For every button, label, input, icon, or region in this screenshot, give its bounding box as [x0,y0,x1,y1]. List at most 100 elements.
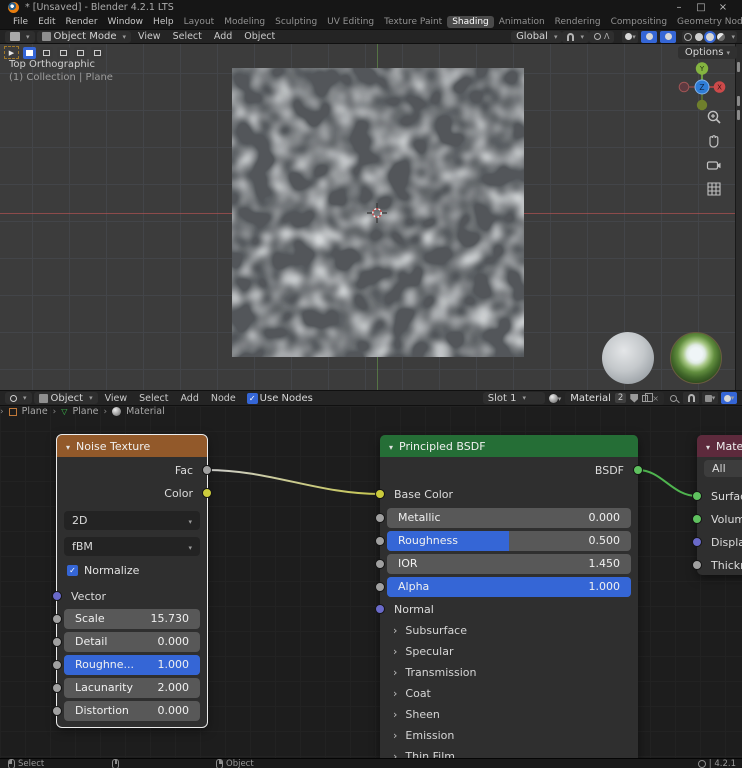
panel-thin-film[interactable]: Thin Film [393,750,455,758]
expand-arrow-icon[interactable]: › [0,407,4,417]
workspace-tab-rendering[interactable]: Rendering [550,16,606,28]
material-browse-icon[interactable] [548,393,558,403]
pin-material-icon[interactable] [670,394,677,402]
unlink-material-icon[interactable]: × [652,394,659,403]
socket-in-lacunarity[interactable] [52,683,62,693]
workspace-tab-layout[interactable]: Layout [179,16,220,28]
noise-node-header[interactable]: Noise Texture [57,435,207,457]
use-nodes-checkbox[interactable] [246,392,258,404]
hdri-preview-sphere[interactable] [670,332,722,384]
socket-in-vector[interactable] [52,591,62,601]
socket-in-scale[interactable] [52,614,62,624]
show-gizmo-toggle[interactable] [622,30,639,43]
workspace-tab-modeling[interactable]: Modeling [219,16,270,28]
close-icon[interactable]: × [712,2,734,13]
shading-preview-toggle[interactable] [721,392,737,404]
lacunarity-slider[interactable]: Lacunarity 2.000 [64,678,200,698]
users-count-badge[interactable]: 2 [614,393,627,403]
link-fac-basecolor[interactable] [206,469,381,495]
show-overlays-toggle[interactable] [641,30,658,43]
minimize-icon[interactable]: – [668,2,690,13]
alpha-slider[interactable]: Alpha 1.000 [387,577,631,597]
fake-user-shield-icon[interactable] [630,393,639,403]
shader-editor-type-button[interactable] [5,392,32,404]
panel-coat[interactable]: Coat [393,687,430,700]
material-browse-chevron[interactable] [558,393,562,404]
ior-slider[interactable]: IOR 1.450 [387,554,631,574]
select-mode-set[interactable] [23,46,36,59]
node-overlay-toggle[interactable] [702,392,718,404]
snap-toggle[interactable] [562,30,589,43]
options-button[interactable]: Options [677,46,737,59]
socket-in-roughness[interactable] [375,536,385,546]
collapse-node-icon[interactable] [66,440,70,453]
roughness-slider[interactable]: Roughness 0.500 [387,531,631,551]
scale-slider[interactable]: Scale 15.730 [64,609,200,629]
socket-in-ior[interactable] [375,559,385,569]
workspace-tab-animation[interactable]: Animation [494,16,550,28]
node-material-output[interactable]: Material Output All Surface Volume Displ… [692,435,742,575]
menu-edit[interactable]: Edit [33,17,60,27]
workspace-tab-shading[interactable]: Shading [447,16,494,28]
link-bsdf-surface[interactable] [637,469,698,497]
target-dropdown[interactable]: All [704,460,742,477]
select-mode-subtract[interactable] [57,46,70,59]
select-mode-invert[interactable] [74,46,87,59]
maximize-icon[interactable]: □ [690,2,712,13]
menu-file[interactable]: File [8,17,33,27]
rendered-shading-icon[interactable] [717,32,726,41]
vp-menu-select[interactable]: Select [168,31,207,42]
shader-type-dropdown[interactable]: Object [33,392,98,404]
zoom-icon[interactable] [706,109,722,125]
roughness-slider[interactable]: Roughne... 1.000 [64,655,200,675]
principled-node-header[interactable]: Principled BSDF [380,435,638,457]
workspace-tab-compositing[interactable]: Compositing [606,16,672,28]
panel-emission[interactable]: Emission [393,729,454,742]
workspace-tab-texture-paint[interactable]: Texture Paint [379,16,447,28]
sh-menu-node[interactable]: Node [206,393,241,404]
wireframe-shading-icon[interactable] [684,32,693,41]
noise-type-dropdown[interactable]: fBM [64,537,200,556]
detail-slider[interactable]: Detail 0.000 [64,632,200,652]
slot-dropdown[interactable]: Slot 1 [482,392,545,404]
node-principled-bsdf[interactable]: Principled BSDF BSDF Base Color Metallic… [375,435,643,758]
active-tool-select-box[interactable]: ▶ [4,46,19,59]
panel-specular[interactable]: Specular [393,645,453,658]
collapse-node-icon[interactable] [389,440,393,453]
navigation-gizmo[interactable]: Y X Z [674,59,730,115]
socket-in-normal[interactable] [375,604,385,614]
vp-menu-view[interactable]: View [133,31,166,42]
socket-in-alpha[interactable] [375,582,385,592]
socket-in-surface[interactable] [692,491,702,501]
menu-render[interactable]: Render [61,17,103,27]
gizmo-minus-x[interactable] [678,81,690,93]
workspace-tab-sculpting[interactable]: Sculpting [270,16,322,28]
node-editor-canvas[interactable]: › Plane › ▽ Plane › Material Noise Te [0,406,742,758]
panel-sheen[interactable]: Sheen [393,708,439,721]
menu-help[interactable]: Help [148,17,179,27]
material-name-field[interactable]: Material 2 × [565,391,664,405]
select-mode-extend[interactable] [40,46,53,59]
solid-shading-icon[interactable] [695,32,704,41]
new-material-icon[interactable] [642,392,654,402]
socket-in-distortion[interactable] [52,706,62,716]
metallic-slider[interactable]: Metallic 0.000 [387,508,631,528]
transform-orientation-dropdown[interactable]: Global [511,30,563,43]
output-node-header[interactable]: Material Output [697,435,742,457]
select-mode-intersect[interactable] [91,46,104,59]
sh-menu-view[interactable]: View [100,393,133,404]
mode-dropdown[interactable]: Object Mode [36,30,132,43]
toggle-grid-icon[interactable] [706,181,722,197]
sidebar-tab-mark[interactable] [737,96,740,106]
socket-out-fac[interactable] [202,465,212,475]
workspace-tab-geometry-nodes[interactable]: Geometry Nodes [672,16,742,28]
socket-in-metallic[interactable] [375,513,385,523]
xray-toggle[interactable] [660,30,677,43]
vp-menu-object[interactable]: Object [239,31,280,42]
panel-subsurface[interactable]: Subsurface [393,624,467,637]
socket-in-volume[interactable] [692,514,702,524]
viewport-3d[interactable]: Top Orthographic (1) Collection | Plane … [0,44,742,390]
socket-out-bsdf[interactable] [633,465,643,475]
socket-in-base-color[interactable] [375,489,385,499]
collapse-node-icon[interactable] [706,440,710,453]
